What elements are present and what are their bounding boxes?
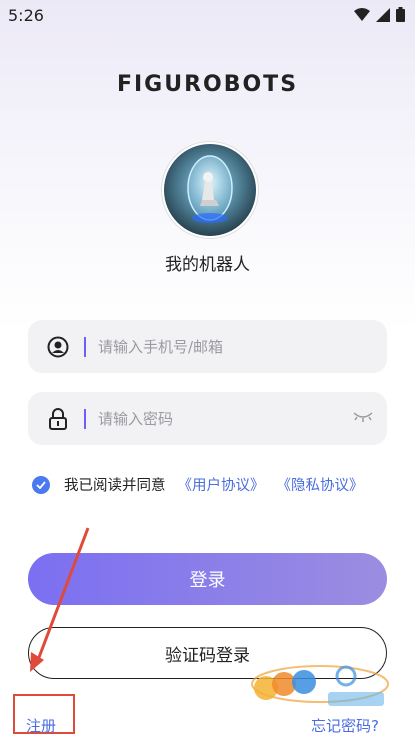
input-cursor-divider: [84, 408, 86, 429]
app-logo: FIGUROBOTS: [116, 72, 299, 97]
status-icons: [354, 7, 405, 22]
forgot-password-link[interactable]: 忘记密码?: [311, 715, 379, 736]
password-input[interactable]: [96, 408, 330, 429]
agreement-text: 我已阅读并同意: [64, 478, 166, 494]
eye-closed-icon[interactable]: [353, 408, 373, 428]
robot-name: 我的机器人: [165, 255, 250, 275]
agreement-checkbox[interactable]: [32, 475, 50, 494]
status-time: 5:26: [8, 6, 44, 25]
privacy-policy-link[interactable]: 《隐私协议》: [277, 474, 364, 495]
password-field[interactable]: [28, 392, 387, 445]
lock-icon: [46, 407, 70, 431]
agreement-row: 我已阅读并同意 《用户协议》 《隐私协议》: [32, 474, 364, 495]
phone-email-field[interactable]: [28, 320, 387, 373]
user-agreement-link[interactable]: 《用户协议》: [178, 474, 265, 495]
input-cursor-divider: [84, 336, 86, 357]
wifi-icon: [354, 7, 370, 21]
robot-avatar[interactable]: [162, 142, 258, 238]
battery-icon: [396, 7, 405, 22]
watermark-logo: [251, 665, 389, 706]
signal-icon: [376, 7, 390, 22]
register-link[interactable]: 注册: [26, 715, 56, 736]
status-bar: 5:26: [0, 0, 415, 30]
phone-email-input[interactable]: [96, 336, 330, 357]
user-icon: [46, 335, 70, 359]
login-button[interactable]: 登录: [28, 553, 387, 605]
